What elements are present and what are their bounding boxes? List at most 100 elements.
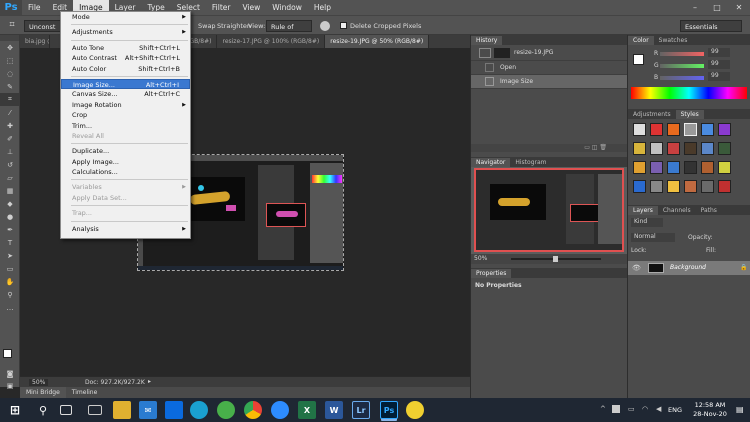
tab-properties[interactable]: Properties bbox=[471, 269, 512, 278]
tab-navigator[interactable]: Navigator bbox=[471, 158, 511, 167]
style-swatch[interactable] bbox=[684, 180, 697, 193]
lightroom-icon[interactable]: Lr bbox=[352, 401, 370, 419]
path-select-tool-icon[interactable]: ➤ bbox=[0, 249, 20, 262]
tab-channels[interactable]: Channels bbox=[658, 206, 696, 215]
tab-timeline[interactable]: Timeline bbox=[66, 387, 104, 398]
tab-paths[interactable]: Paths bbox=[696, 206, 722, 215]
paint-icon[interactable] bbox=[406, 401, 424, 419]
lasso-tool-icon[interactable]: ◌ bbox=[0, 67, 20, 80]
blur-tool-icon[interactable]: ◆ bbox=[0, 197, 20, 210]
straighten-button[interactable]: Straighten bbox=[217, 20, 251, 32]
tab-swatches[interactable]: Swatches bbox=[654, 36, 693, 45]
style-swatch[interactable] bbox=[701, 180, 714, 193]
style-swatch[interactable] bbox=[667, 180, 680, 193]
menu-auto-contrast[interactable]: Auto Contrast Alt+Shift+Ctrl+L bbox=[61, 53, 190, 63]
tab-layers[interactable]: Layers bbox=[628, 206, 658, 215]
search-icon[interactable]: ⚲ bbox=[34, 401, 52, 419]
menu-help[interactable]: Help bbox=[308, 0, 337, 15]
channel-g-slider[interactable] bbox=[660, 64, 704, 68]
style-swatch[interactable] bbox=[718, 161, 731, 174]
type-tool-icon[interactable]: T bbox=[0, 236, 20, 249]
menu-adjustments[interactable]: Adjustments ▶ bbox=[61, 27, 190, 37]
tab-styles[interactable]: Styles bbox=[675, 110, 704, 119]
channel-r-slider[interactable] bbox=[660, 52, 704, 56]
tab-mini-bridge[interactable]: Mini Bridge bbox=[20, 387, 66, 398]
tab-color[interactable]: Color bbox=[628, 36, 654, 45]
quick-select-tool-icon[interactable]: ✎ bbox=[0, 80, 20, 93]
navigator-zoom-thumb[interactable] bbox=[553, 256, 558, 262]
menu-duplicate[interactable]: Duplicate... bbox=[61, 146, 190, 156]
word-icon[interactable]: W bbox=[325, 401, 343, 419]
gear-icon[interactable] bbox=[320, 21, 330, 31]
channel-b-slider[interactable] bbox=[660, 76, 704, 80]
style-swatch[interactable] bbox=[684, 123, 697, 136]
excel-icon[interactable]: X bbox=[298, 401, 316, 419]
menu-view[interactable]: View bbox=[236, 0, 266, 15]
history-brush-tool-icon[interactable]: ↺ bbox=[0, 158, 20, 171]
style-swatch[interactable] bbox=[650, 161, 663, 174]
history-state[interactable]: Image Size bbox=[471, 75, 627, 89]
style-swatch[interactable] bbox=[633, 142, 646, 155]
menu-trim[interactable]: Trim... bbox=[61, 121, 190, 131]
tray-icon[interactable] bbox=[612, 405, 620, 413]
move-tool-icon[interactable]: ✥ bbox=[0, 41, 20, 54]
app-icon[interactable] bbox=[217, 401, 235, 419]
clock[interactable]: 12:58 AM 28-Nov-20 bbox=[690, 401, 730, 419]
marquee-tool-icon[interactable]: ⬚ bbox=[0, 54, 20, 67]
store-icon[interactable] bbox=[165, 401, 183, 419]
file-explorer-icon[interactable] bbox=[113, 401, 131, 419]
menu-apply-image[interactable]: Apply Image... bbox=[61, 157, 190, 167]
workspace-select[interactable]: Essentials bbox=[680, 20, 742, 32]
channel-r-value[interactable]: 99 bbox=[708, 48, 730, 57]
windows-start-icon[interactable]: ⊞ bbox=[6, 401, 24, 419]
dodge-tool-icon[interactable]: ● bbox=[0, 210, 20, 223]
wifi-icon[interactable]: ◠ bbox=[642, 405, 648, 413]
history-snapshot[interactable]: resize-19.JPG bbox=[471, 45, 627, 61]
channel-b-value[interactable]: 99 bbox=[708, 72, 730, 81]
fg-color-swatch[interactable] bbox=[633, 54, 644, 65]
task-view-icon[interactable] bbox=[60, 405, 72, 415]
tray-chevron-icon[interactable]: ^ bbox=[600, 405, 606, 413]
tab-histogram[interactable]: Histogram bbox=[510, 158, 551, 167]
tab-resize-17[interactable]: resize-17.JPG @ 100% (RGB/8#) bbox=[217, 35, 326, 48]
menu-window[interactable]: Window bbox=[266, 0, 308, 15]
history-state[interactable]: Open bbox=[471, 61, 627, 75]
crop-ratio-select[interactable]: Unconst bbox=[24, 20, 64, 32]
navigator-view-box[interactable] bbox=[474, 168, 624, 252]
channel-g-value[interactable]: 99 bbox=[708, 60, 730, 69]
menu-filter[interactable]: Filter bbox=[206, 0, 237, 15]
zoom-icon[interactable] bbox=[271, 401, 289, 419]
style-swatch[interactable] bbox=[633, 161, 646, 174]
brush-tool-icon[interactable]: ✐ bbox=[0, 132, 20, 145]
mail-icon[interactable]: ✉ bbox=[139, 401, 157, 419]
tab-resize-19[interactable]: resize-19.JPG @ 50% (RGB/8#) bbox=[325, 35, 430, 48]
photoshop-taskbar-icon[interactable]: Ps bbox=[380, 401, 398, 419]
menu-image-size[interactable]: Image Size... Alt+Ctrl+I bbox=[61, 78, 190, 90]
menu-auto-color[interactable]: Auto Color Shift+Ctrl+B bbox=[61, 64, 190, 74]
visibility-eye-icon[interactable]: 👁 bbox=[632, 264, 641, 272]
style-swatch[interactable] bbox=[650, 180, 663, 193]
volume-icon[interactable]: ◀ bbox=[656, 405, 661, 413]
style-swatch[interactable] bbox=[718, 123, 731, 136]
notifications-icon[interactable]: ▤ bbox=[736, 405, 744, 414]
zoom-level[interactable]: 50% bbox=[29, 379, 49, 386]
menu-file[interactable]: File bbox=[22, 0, 47, 15]
style-swatch[interactable] bbox=[650, 123, 663, 136]
tab-history[interactable]: History bbox=[471, 36, 503, 45]
menu-auto-tone[interactable]: Auto Tone Shift+Ctrl+L bbox=[61, 43, 190, 53]
eyedropper-tool-icon[interactable]: ⁄ bbox=[0, 106, 20, 119]
foreground-color-swatch[interactable] bbox=[3, 349, 12, 358]
layer-filter-kind-select[interactable]: Kind bbox=[631, 218, 663, 227]
screen-mode-icon[interactable]: ▣ bbox=[0, 379, 20, 392]
battery-icon[interactable]: ▭ bbox=[628, 405, 635, 413]
eraser-tool-icon[interactable]: ▱ bbox=[0, 171, 20, 184]
maximize-button[interactable]: □ bbox=[706, 0, 728, 15]
pen-tool-icon[interactable]: ✒ bbox=[0, 223, 20, 236]
crop-tool-icon[interactable]: ⌗ bbox=[0, 93, 20, 106]
edge-icon[interactable] bbox=[190, 401, 208, 419]
style-swatch[interactable] bbox=[701, 123, 714, 136]
layer-name[interactable]: Background bbox=[670, 264, 706, 271]
menu-mode[interactable]: Mode ▶ bbox=[61, 12, 190, 22]
style-swatch[interactable] bbox=[718, 142, 731, 155]
style-swatch[interactable] bbox=[718, 180, 731, 193]
